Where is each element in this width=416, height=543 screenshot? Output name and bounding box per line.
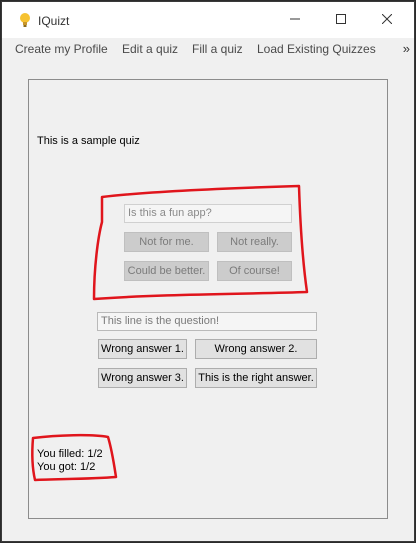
menu-load-quizzes[interactable]: Load Existing Quizzes bbox=[257, 42, 376, 56]
q1-answer-2-button: Not really. bbox=[217, 232, 292, 252]
question-1-field: Is this a fun app? bbox=[124, 204, 292, 223]
title-bar: IQuizt bbox=[2, 2, 414, 38]
q2-answer-4-button[interactable]: This is the right answer. bbox=[195, 368, 317, 388]
minimize-button[interactable] bbox=[272, 2, 318, 38]
menu-create-profile[interactable]: Create my Profile bbox=[15, 42, 108, 56]
menu-bar: Create my Profile Edit a quiz Fill a qui… bbox=[2, 38, 414, 60]
q1-answer-3-button: Could be better. bbox=[124, 261, 209, 281]
filled-count: You filled: 1/2 bbox=[37, 448, 103, 460]
quiz-title: This is a sample quiz bbox=[37, 135, 140, 147]
app-window: IQuizt Create my Profile Edit a quiz Fil… bbox=[1, 1, 415, 542]
maximize-icon bbox=[336, 11, 346, 29]
lightbulb-icon bbox=[18, 12, 32, 28]
q2-answer-1-button[interactable]: Wrong answer 1. bbox=[98, 339, 187, 359]
menu-overflow-chevron-icon[interactable]: » bbox=[403, 41, 410, 56]
q2-answer-2-button[interactable]: Wrong answer 2. bbox=[195, 339, 317, 359]
score-count: You got: 1/2 bbox=[37, 461, 96, 473]
close-icon bbox=[381, 11, 393, 29]
window-title: IQuizt bbox=[38, 14, 70, 28]
menu-fill-quiz[interactable]: Fill a quiz bbox=[192, 42, 243, 56]
question-2-field[interactable]: This line is the question! bbox=[97, 312, 317, 331]
minimize-icon bbox=[290, 11, 300, 29]
maximize-button[interactable] bbox=[318, 2, 364, 38]
close-button[interactable] bbox=[364, 2, 410, 38]
q2-answer-3-button[interactable]: Wrong answer 3. bbox=[98, 368, 187, 388]
q1-answer-4-button: Of course! bbox=[217, 261, 292, 281]
menu-edit-quiz[interactable]: Edit a quiz bbox=[122, 42, 178, 56]
score-panel: You filled: 1/2 You got: 1/2 bbox=[37, 448, 103, 474]
q1-answer-1-button: Not for me. bbox=[124, 232, 209, 252]
